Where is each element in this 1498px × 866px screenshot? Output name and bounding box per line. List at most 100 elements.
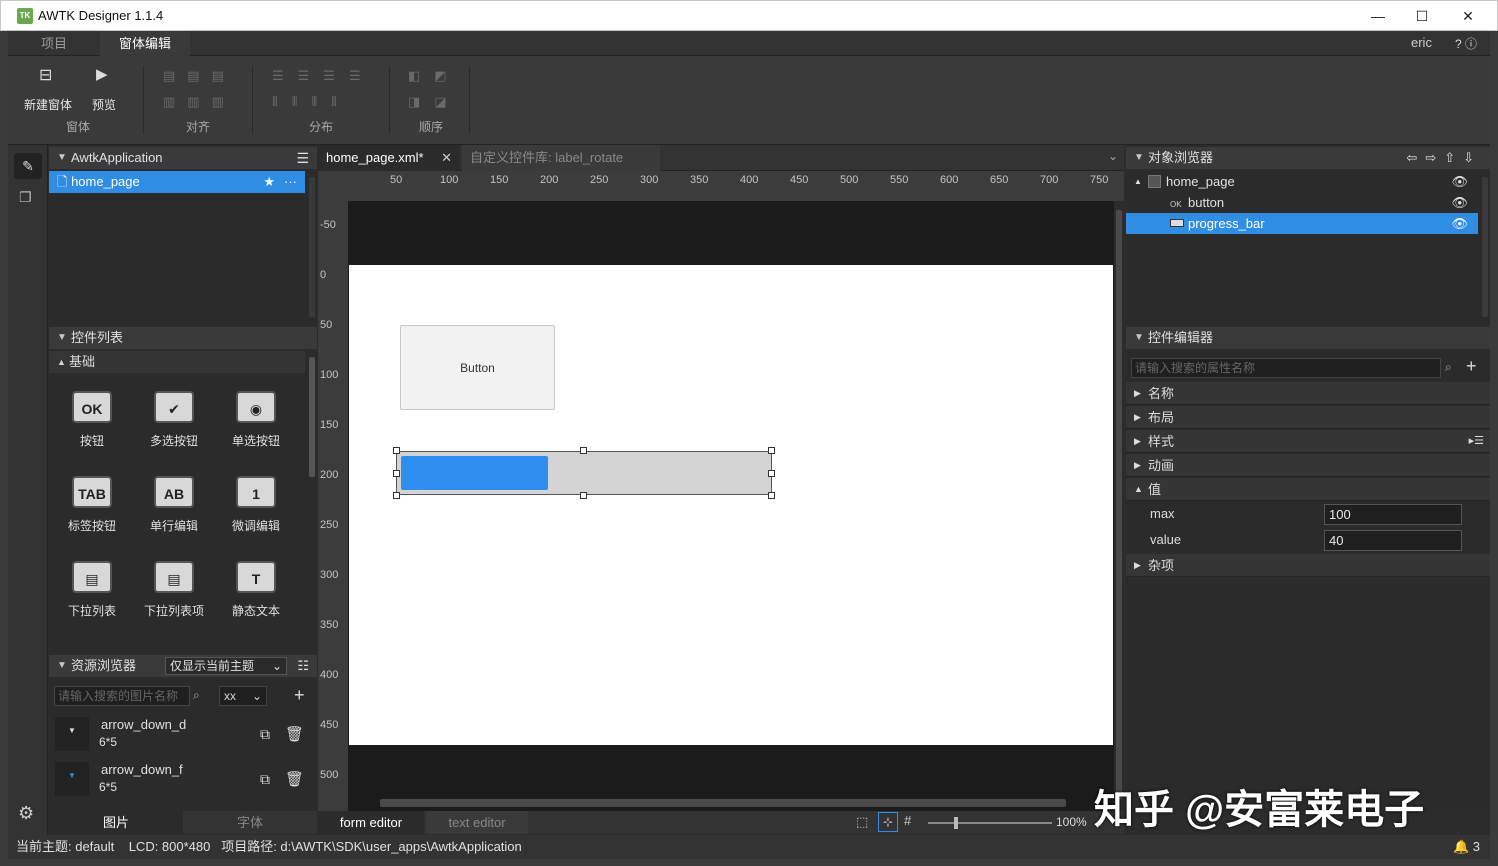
app-panel-header[interactable]: ▼ AwtkApplication ☰: [49, 147, 317, 169]
resize-handle[interactable]: [768, 470, 775, 477]
align-icons-row2[interactable]: ▥▥▥: [163, 94, 236, 110]
dpi-select[interactable]: xx ⌄: [219, 686, 267, 706]
section-animation[interactable]: ▶ 动画: [1126, 454, 1490, 477]
widget-list-header[interactable]: ▼ 控件列表: [49, 327, 317, 349]
collapse-icon[interactable]: ▼: [1134, 327, 1144, 349]
star-icon[interactable]: ★: [263, 171, 275, 193]
visible-eye-icon[interactable]: 👁: [1451, 171, 1468, 192]
zoom-slider[interactable]: [928, 817, 1052, 829]
copy-icon[interactable]: ⧉: [260, 771, 270, 788]
notification-bell-icon[interactable]: 🔔 3: [1453, 835, 1480, 859]
delete-icon[interactable]: 🗑: [285, 725, 304, 743]
max-input[interactable]: 100: [1324, 504, 1462, 525]
order-icons-row2[interactable]: ◨◪: [408, 94, 461, 110]
section-value[interactable]: ▲ 值: [1126, 478, 1490, 501]
help-icon[interactable]: ? ⓘ: [1455, 35, 1477, 52]
resize-handle[interactable]: [393, 470, 400, 477]
user-name[interactable]: eric: [1411, 35, 1432, 50]
preview-icon[interactable]: ▶: [96, 65, 108, 83]
section-layout[interactable]: ▶ 布局: [1126, 406, 1490, 429]
snap-icon[interactable]: ⊹: [878, 812, 898, 832]
section-name[interactable]: ▶ 名称: [1126, 382, 1490, 405]
scrollbar[interactable]: [309, 177, 315, 317]
widget-icon[interactable]: 1: [236, 476, 276, 508]
more-icon[interactable]: ···: [284, 171, 297, 193]
image-search-input[interactable]: 请输入搜索的图片名称: [54, 686, 190, 706]
settings-gear-icon[interactable]: ⚙: [18, 803, 34, 824]
align-icons-row1[interactable]: ▤▤▤: [163, 68, 236, 84]
scrollbar[interactable]: [1482, 177, 1488, 317]
widget-icon[interactable]: OK: [72, 391, 112, 423]
resize-handle[interactable]: [580, 492, 587, 499]
select-rect-icon[interactable]: ⬚: [856, 814, 868, 830]
widget-icon[interactable]: AB: [154, 476, 194, 508]
menu-icon[interactable]: ☰: [296, 147, 309, 169]
resize-handle[interactable]: [393, 492, 400, 499]
widget-icon[interactable]: T: [236, 561, 276, 593]
widget-icon[interactable]: TAB: [72, 476, 112, 508]
resource-browser-header[interactable]: ▼ 资源浏览器 仅显示当前主题 ⌄ ☷: [49, 655, 317, 677]
tab-form-editor[interactable]: form editor: [318, 811, 424, 834]
resize-handle[interactable]: [768, 492, 775, 499]
grid-icon[interactable]: #: [904, 813, 911, 828]
distribute-icons-row2[interactable]: ⦀⦀⦀⦀: [272, 94, 351, 110]
layers-icon[interactable]: ❐: [19, 189, 32, 206]
category-header[interactable]: ▲ 基础: [49, 351, 305, 373]
collapse-icon[interactable]: ▼: [1134, 147, 1144, 169]
widget-icon[interactable]: ▤: [72, 561, 112, 593]
tree-item-progress-bar[interactable]: progress_bar 👁: [1126, 213, 1478, 234]
tabs-overflow-icon[interactable]: ⌄: [1108, 149, 1118, 163]
widget-icon[interactable]: ◉: [236, 391, 276, 423]
widget-icon[interactable]: ▤: [154, 561, 194, 593]
tab-project[interactable]: 项目: [8, 31, 100, 56]
collapse-icon[interactable]: ▼: [57, 655, 67, 677]
resize-handle[interactable]: [768, 447, 775, 454]
tab-text-editor[interactable]: text editor: [426, 811, 528, 834]
search-icon[interactable]: ⌕: [193, 688, 200, 703]
minimize-button[interactable]: —: [1355, 5, 1401, 27]
add-icon[interactable]: +: [294, 685, 305, 706]
order-icons-row1[interactable]: ◧◩: [408, 68, 461, 84]
arrow-icons[interactable]: ⇦⇨⇧⇩: [1406, 147, 1482, 169]
visible-eye-icon[interactable]: 👁: [1451, 213, 1468, 234]
add-property-icon[interactable]: +: [1466, 356, 1477, 377]
close-button[interactable]: ✕: [1445, 5, 1491, 27]
new-window-icon[interactable]: ⊟: [39, 65, 52, 85]
resource-name[interactable]: arrow_down_d: [101, 717, 186, 732]
resize-handle[interactable]: [393, 447, 400, 454]
tab-images[interactable]: 图片: [49, 811, 183, 834]
collapse-icon[interactable]: ▼: [57, 327, 67, 349]
property-editor-header[interactable]: ▼ 控件编辑器: [1126, 327, 1490, 349]
resize-handle[interactable]: [580, 447, 587, 454]
close-icon[interactable]: ✕: [441, 145, 452, 171]
new-window-button[interactable]: 新建窗体: [24, 96, 72, 113]
tab-fonts[interactable]: 字体: [183, 811, 317, 834]
design-page[interactable]: Button: [349, 265, 1113, 745]
design-progress-bar[interactable]: [396, 451, 772, 495]
distribute-icons-row1[interactable]: ☰☰☰☰: [272, 68, 375, 84]
copy-icon[interactable]: ⧉: [260, 726, 270, 743]
maximize-button[interactable]: ☐: [1399, 5, 1445, 27]
section-style[interactable]: ▶ 样式 ▸☰: [1126, 430, 1490, 453]
filter-icon[interactable]: ☷: [297, 655, 309, 677]
resource-name[interactable]: arrow_down_f: [101, 762, 183, 777]
theme-filter-select[interactable]: 仅显示当前主题 ⌄: [165, 657, 287, 675]
form-edit-icon[interactable]: ✎: [14, 153, 42, 179]
canvas-horizontal-scrollbar[interactable]: [380, 799, 1066, 807]
zoom-slider-handle[interactable]: [954, 817, 958, 829]
preview-button[interactable]: 预览: [92, 96, 116, 113]
tab-custom-lib[interactable]: 自定义控件库: label_rotate: [462, 145, 660, 171]
canvas-vertical-scrollbar[interactable]: [1116, 210, 1122, 800]
search-icon[interactable]: ⌕: [1445, 360, 1452, 375]
design-button[interactable]: Button: [400, 325, 555, 410]
collapse-icon[interactable]: ▼: [57, 147, 67, 169]
scrollbar[interactable]: [309, 357, 315, 477]
delete-icon[interactable]: 🗑: [285, 770, 304, 788]
list-item-home-page[interactable]: 🗋 home_page ★ ···: [49, 171, 305, 193]
tab-home-page-xml[interactable]: home_page.xml* ✕: [318, 145, 460, 171]
object-browser-header[interactable]: ▼ 对象浏览器 ⇦⇨⇧⇩: [1126, 147, 1490, 169]
visible-eye-icon[interactable]: 👁: [1451, 192, 1468, 213]
tab-form-edit[interactable]: 窗体编辑: [100, 31, 190, 56]
section-misc[interactable]: ▶ 杂项: [1126, 554, 1490, 577]
tree-item-home-page[interactable]: ▲ home_page 👁: [1126, 171, 1478, 192]
